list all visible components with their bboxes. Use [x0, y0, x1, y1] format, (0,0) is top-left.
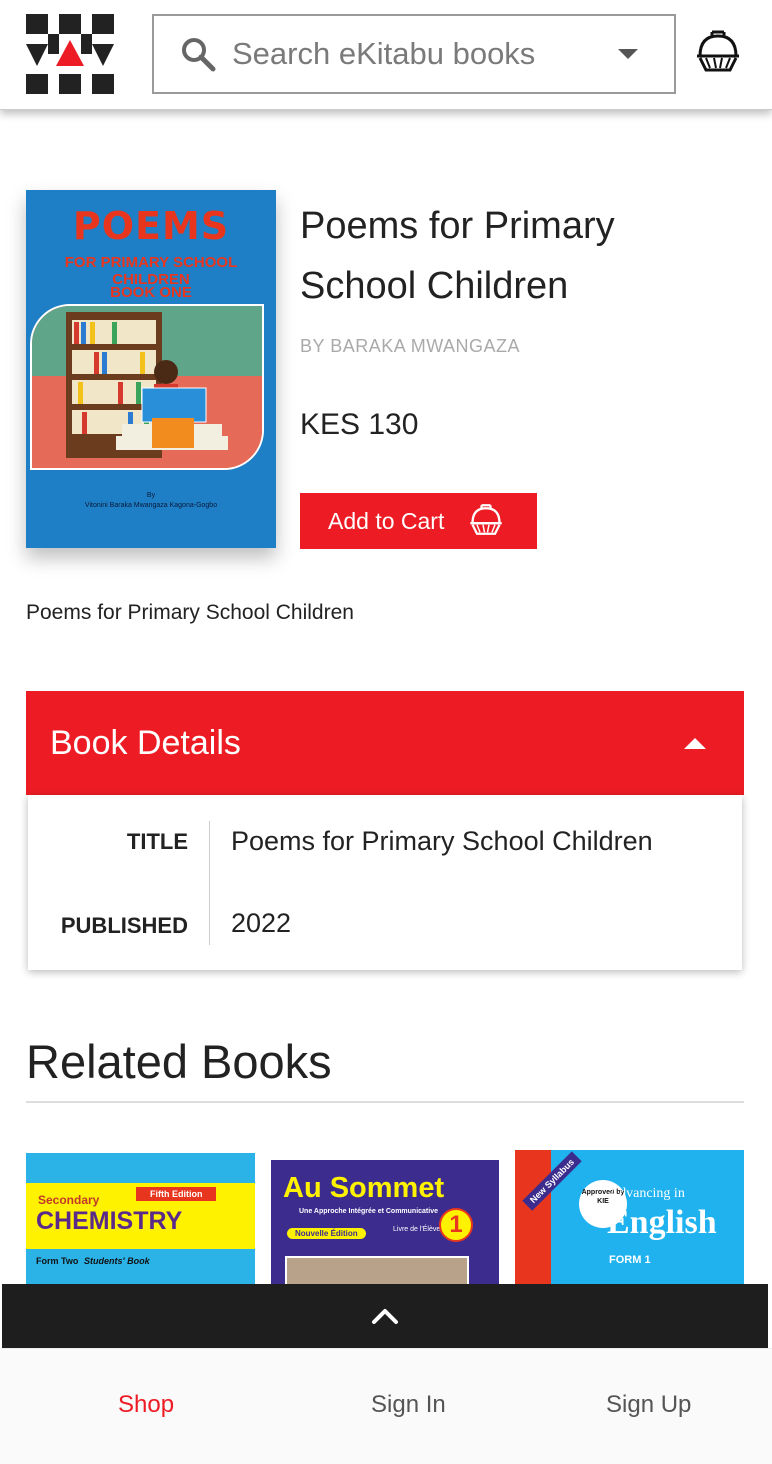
- product-title: Poems for Primary School Children: [300, 205, 615, 307]
- cover-sub: Une Approche Intégrée et Communicative: [299, 1208, 438, 1215]
- related-book-chemistry[interactable]: Secondary Fifth Edition CHEMISTRY Form T…: [26, 1153, 255, 1293]
- cover-line: Secondary: [38, 1193, 100, 1207]
- detail-value-title: Poems for Primary School Children: [231, 826, 653, 856]
- book-details-toggle[interactable]: Book Details: [26, 691, 744, 795]
- cover-heading: POEMS: [72, 204, 230, 248]
- cover-level: Livre de l'Élève: [393, 1226, 441, 1233]
- bottom-nav: Shop Sign In Sign Up: [0, 1348, 772, 1464]
- search-icon: [182, 38, 216, 72]
- cover-strip: [515, 1150, 551, 1290]
- cover-number: 1: [439, 1208, 473, 1242]
- divider: [26, 1101, 744, 1103]
- header: Search eKitabu books: [0, 0, 772, 110]
- chevron-up-icon: [372, 1309, 398, 1324]
- book-cover[interactable]: POEMS FOR PRIMARY SCHOOL CHILDREN BOOK O…: [26, 190, 276, 548]
- cover-title: CHEMISTRY: [36, 1207, 183, 1235]
- cover-line: Advancing in: [609, 1186, 685, 1201]
- product-author[interactable]: BY BARAKA MWANGAZA: [300, 336, 520, 357]
- detail-key-title: TITLE: [126, 829, 188, 854]
- nav-shop[interactable]: Shop: [118, 1391, 174, 1419]
- cover-edition: Fifth Edition: [136, 1187, 217, 1201]
- cover-book-label: BOOK ONE: [110, 284, 192, 301]
- scroll-to-top-button[interactable]: [2, 1284, 768, 1348]
- detail-value-published: 2022: [231, 908, 292, 938]
- cover-sub: Students' Book: [84, 1256, 150, 1266]
- cover-author: Vitonini Baraka Mwangaza Kagona-Gogbo: [84, 502, 218, 509]
- book-details-panel: TITLE Poems for Primary School Children …: [28, 795, 742, 970]
- cover-illustration: [30, 304, 264, 470]
- chevron-down-icon[interactable]: [618, 49, 638, 59]
- related-book-english[interactable]: New Syllabus Approved by KIE Advancing i…: [515, 1150, 744, 1290]
- chevron-up-icon: [684, 737, 706, 749]
- related-books-heading: Related Books: [26, 1035, 332, 1088]
- cover-subheading: FOR PRIMARY SCHOOL CHILDREN: [64, 254, 238, 288]
- cover-title: English: [607, 1204, 717, 1241]
- product-price: KES 130: [300, 408, 419, 441]
- cover-form: FORM 1: [609, 1254, 651, 1266]
- divider: [209, 821, 210, 945]
- basket-icon: [470, 504, 503, 535]
- search-input[interactable]: Search eKitabu books: [232, 36, 618, 72]
- search-bar[interactable]: Search eKitabu books: [152, 14, 676, 94]
- cover-badge: Nouvelle Édition: [287, 1228, 366, 1239]
- nav-sign-in[interactable]: Sign In: [371, 1391, 446, 1419]
- cover-title: Au Sommet: [283, 1172, 445, 1204]
- product-description: Poems for Primary School Children: [26, 601, 354, 624]
- cover-form: Form Two: [36, 1256, 79, 1266]
- nav-sign-up[interactable]: Sign Up: [606, 1391, 691, 1419]
- detail-key-published: PUBLISHED: [60, 913, 188, 938]
- ekitabu-logo[interactable]: [26, 14, 114, 94]
- add-to-cart-label: Add to Cart: [328, 507, 445, 534]
- cover-by: By: [146, 492, 156, 499]
- basket-icon[interactable]: [694, 30, 742, 76]
- related-book-au-sommet[interactable]: Au Sommet Une Approche Intégrée et Commu…: [271, 1160, 499, 1300]
- add-to-cart-button[interactable]: Add to Cart: [300, 493, 537, 549]
- book-details-heading: Book Details: [50, 723, 241, 762]
